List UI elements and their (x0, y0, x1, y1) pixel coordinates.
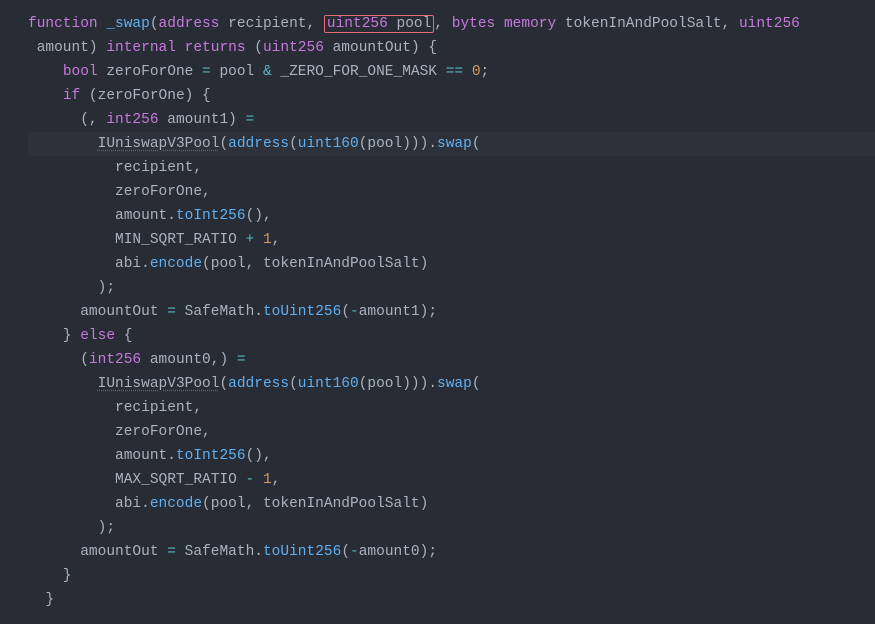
code-line: zeroForOne, (28, 424, 211, 440)
code-line: MIN_SQRT_RATIO + 1, (28, 232, 280, 248)
method-encode: encode (150, 496, 202, 512)
var-safemath: SafeMath (185, 304, 255, 320)
code-line: (int256 amount0,) = (28, 352, 246, 368)
method-swap: swap (437, 136, 472, 152)
number-literal: 1 (263, 232, 272, 248)
code-line: ); (28, 280, 115, 296)
method-toint256: toInt256 (176, 208, 246, 224)
var-amountOut: amountOut (80, 304, 158, 320)
param-tokenInAndPoolSalt: tokenInAndPoolSalt (565, 16, 722, 32)
code-line: recipient, (28, 400, 202, 416)
var-zeroForOne: zeroForOne (98, 88, 185, 104)
code-line-highlighted: IUniswapV3Pool(address(uint160(pool))).s… (28, 132, 875, 156)
var-amount0: amount0 (359, 544, 420, 560)
const-max-sqrt-ratio: MAX_SQRT_RATIO (115, 472, 237, 488)
keyword-memory: memory (504, 16, 556, 32)
code-line: (, int256 amount1) = (28, 112, 254, 128)
call-uint160: uint160 (298, 136, 359, 152)
type-uint256: uint256 (739, 16, 800, 32)
code-line: if (zeroForOne) { (28, 88, 211, 104)
type-bool: bool (63, 64, 98, 80)
type-int256: int256 (89, 352, 141, 368)
var-amountOut: amountOut (80, 544, 158, 560)
method-encode: encode (150, 256, 202, 272)
type-uint256: uint256 (263, 40, 324, 56)
var-abi: abi (115, 256, 141, 272)
arg-amount: amount (115, 448, 167, 464)
code-line: } else { (28, 328, 132, 344)
code-line: bool zeroForOne = pool & _ZERO_FOR_ONE_M… (28, 64, 489, 80)
call-address: address (228, 136, 289, 152)
var-pool: pool (367, 376, 402, 392)
method-swap: swap (437, 376, 472, 392)
code-line: } (28, 568, 72, 584)
type-bytes: bytes (452, 16, 496, 32)
code-line: amountOut = SafeMath.toUint256(-amount1)… (28, 304, 437, 320)
highlighted-box: uint256 pool (324, 15, 434, 33)
code-line: ); (28, 520, 115, 536)
param-recipient: recipient (228, 16, 306, 32)
var-abi: abi (115, 496, 141, 512)
code-line: amount) internal returns (uint256 amount… (28, 40, 437, 56)
code-line: IUniswapV3Pool(address(uint160(pool))).s… (28, 376, 481, 392)
call-address: address (228, 376, 289, 392)
arg-zeroForOne: zeroForOne (115, 424, 202, 440)
keyword-internal: internal (106, 40, 176, 56)
type-uint256: uint256 (327, 16, 388, 32)
type-address: address (159, 16, 220, 32)
method-touint256: toUint256 (263, 544, 341, 560)
code-block: function _swap(address recipient, uint25… (0, 0, 875, 624)
method-toint256: toInt256 (176, 448, 246, 464)
type-int256: int256 (106, 112, 158, 128)
code-line: } (28, 592, 54, 608)
var-pool: pool (219, 64, 254, 80)
call-iuniswapv3pool: IUniswapV3Pool (98, 136, 220, 152)
arg-recipient: recipient (115, 400, 193, 416)
arg-amount: amount (115, 208, 167, 224)
code-line: zeroForOne, (28, 184, 211, 200)
number-literal: 1 (263, 472, 272, 488)
return-amountOut: amountOut (333, 40, 411, 56)
var-amount1: amount1 (167, 112, 228, 128)
code-line: abi.encode(pool, tokenInAndPoolSalt) (28, 256, 428, 272)
const-min-sqrt-ratio: MIN_SQRT_RATIO (115, 232, 237, 248)
code-line: amount.toInt256(), (28, 208, 272, 224)
code-line: abi.encode(pool, tokenInAndPoolSalt) (28, 496, 428, 512)
arg-tokeninandpoolsalt: tokenInAndPoolSalt (263, 496, 420, 512)
code-line: function _swap(address recipient, uint25… (28, 15, 800, 33)
param-pool: pool (397, 16, 432, 32)
function-name: _swap (106, 16, 150, 32)
param-amount: amount (37, 40, 89, 56)
code-line: amountOut = SafeMath.toUint256(-amount0)… (28, 544, 437, 560)
code-line: recipient, (28, 160, 202, 176)
keyword-if: if (63, 88, 80, 104)
var-amount1: amount1 (359, 304, 420, 320)
code-line: amount.toInt256(), (28, 448, 272, 464)
arg-tokeninandpoolsalt: tokenInAndPoolSalt (263, 256, 420, 272)
var-safemath: SafeMath (185, 544, 255, 560)
var-pool: pool (367, 136, 402, 152)
call-iuniswapv3pool: IUniswapV3Pool (98, 376, 220, 392)
var-zeroForOne: zeroForOne (106, 64, 193, 80)
arg-recipient: recipient (115, 160, 193, 176)
arg-pool: pool (211, 256, 246, 272)
call-uint160: uint160 (298, 376, 359, 392)
const-zero-for-one-mask: _ZERO_FOR_ONE_MASK (280, 64, 437, 80)
method-touint256: toUint256 (263, 304, 341, 320)
code-line: MAX_SQRT_RATIO - 1, (28, 472, 280, 488)
keyword-returns: returns (185, 40, 246, 56)
keyword-else: else (80, 328, 115, 344)
var-amount0: amount0 (150, 352, 211, 368)
arg-zeroForOne: zeroForOne (115, 184, 202, 200)
keyword-function: function (28, 16, 98, 32)
arg-pool: pool (211, 496, 246, 512)
number-literal: 0 (472, 64, 481, 80)
